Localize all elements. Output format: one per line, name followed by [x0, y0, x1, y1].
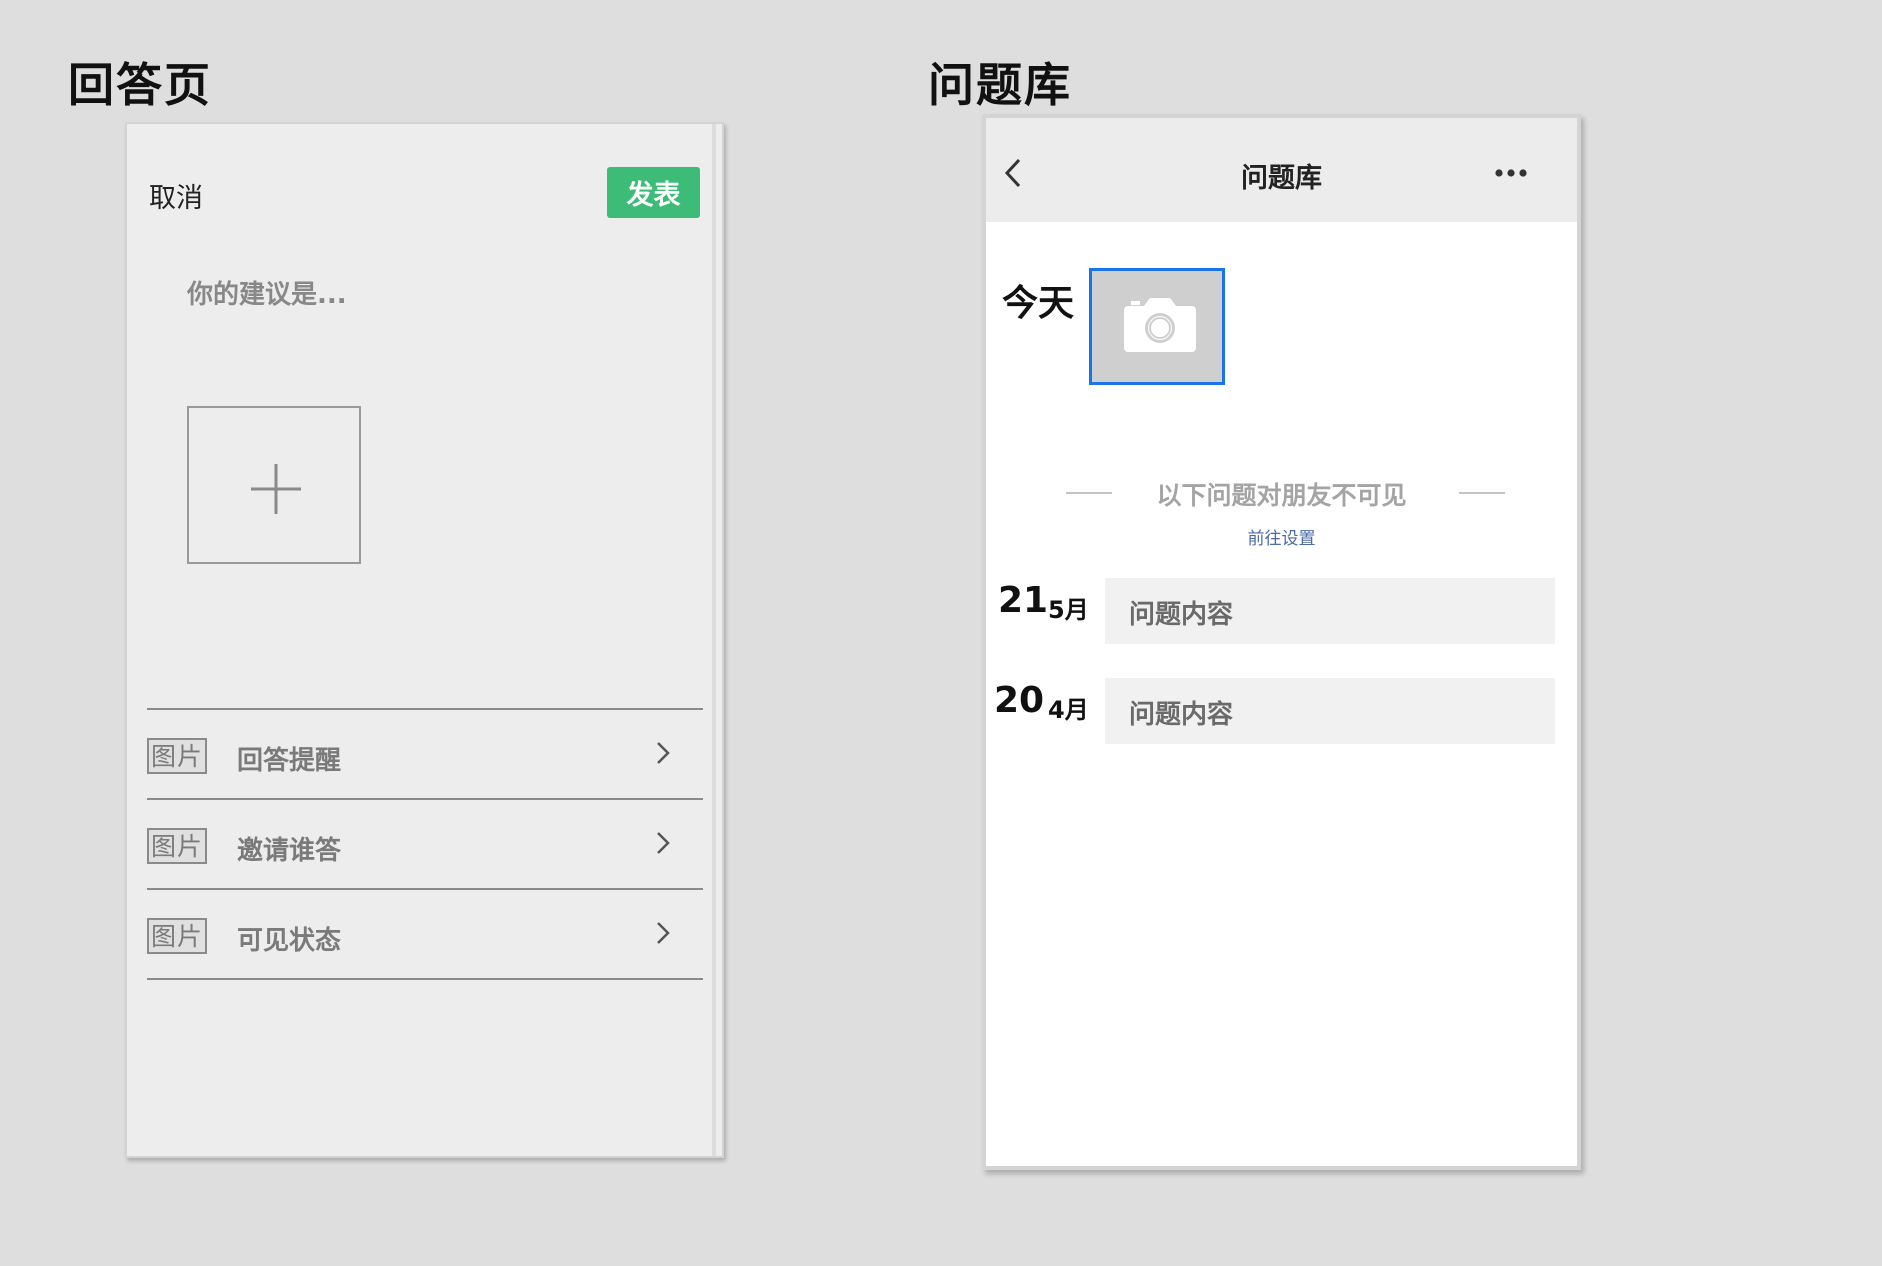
option-visibility[interactable]: 图片 可见状态: [147, 890, 703, 978]
question-day: 20: [994, 680, 1045, 721]
question-month: 4月: [1048, 696, 1089, 724]
today-label: 今天: [1002, 283, 1075, 324]
page-title: 问题库: [1241, 163, 1322, 194]
answer-page-screen: 取消 发表 你的建议是... 图片 回答提醒 图片 邀请谁答 图片 可见状态: [125, 122, 724, 1158]
question-content-card[interactable]: 问题内容: [1105, 578, 1555, 644]
question-row: 20 4月 问题内容: [994, 678, 1568, 744]
camera-upload-button[interactable]: [1089, 268, 1225, 385]
question-content-text: 问题内容: [1129, 700, 1234, 730]
option-label: 邀请谁答: [237, 836, 342, 866]
section-title-answer-page: 回答页: [68, 58, 212, 112]
more-dots-icon[interactable]: [1494, 168, 1528, 178]
section-title-question-bank: 问题库: [928, 58, 1072, 112]
go-to-settings-link[interactable]: 前往设置: [986, 524, 1577, 549]
divider-line-right: [1459, 492, 1505, 494]
chevron-right-icon: [657, 742, 670, 764]
suggestion-input[interactable]: 你的建议是...: [187, 274, 637, 311]
option-invite-answerer[interactable]: 图片 邀请谁答: [147, 800, 703, 888]
question-day: 21: [998, 580, 1049, 621]
question-month: 5月: [1048, 596, 1089, 624]
plus-icon: [251, 464, 301, 514]
add-image-button[interactable]: [187, 406, 361, 564]
publish-button[interactable]: 发表: [607, 167, 700, 218]
camera-icon: [1124, 298, 1196, 352]
chevron-right-icon: [657, 832, 670, 854]
cancel-button[interactable]: 取消: [149, 176, 203, 215]
image-placeholder-tag: 图片: [147, 918, 207, 954]
option-answer-reminder[interactable]: 图片 回答提醒: [147, 710, 703, 798]
image-placeholder-tag: 图片: [147, 828, 207, 864]
question-content-card[interactable]: 问题内容: [1105, 678, 1555, 744]
option-label: 回答提醒: [237, 746, 342, 776]
divider: [147, 978, 703, 980]
option-list: 图片 回答提醒 图片 邀请谁答 图片 可见状态: [147, 708, 703, 980]
question-content-text: 问题内容: [1129, 600, 1234, 630]
chevron-right-icon: [657, 922, 670, 944]
option-label: 可见状态: [237, 926, 342, 956]
nav-header: 问题库: [986, 118, 1577, 222]
image-placeholder-tag: 图片: [147, 738, 207, 774]
question-row: 21 5月 问题内容: [998, 578, 1568, 644]
question-bank-screen: 问题库 今天 以下问题对朋友不可见 前往设置 21 5月 问题内容 20 4月 …: [982, 114, 1581, 1170]
privacy-notice: 以下问题对朋友不可见: [1156, 481, 1407, 510]
